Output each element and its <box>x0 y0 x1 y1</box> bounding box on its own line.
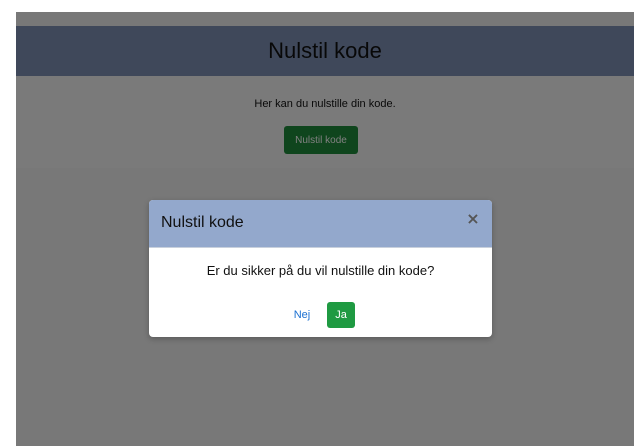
confirm-reset-dialog: Nulstil kode × Er du sikker på du vil nu… <box>149 200 492 337</box>
dialog-question: Er du sikker på du vil nulstille din kod… <box>206 263 435 278</box>
close-icon[interactable]: × <box>462 208 484 230</box>
no-button[interactable]: Nej <box>290 304 314 326</box>
dialog-title: Nulstil kode <box>161 214 244 231</box>
dialog-header: Nulstil kode × <box>149 200 492 248</box>
yes-button[interactable]: Ja <box>327 302 355 328</box>
